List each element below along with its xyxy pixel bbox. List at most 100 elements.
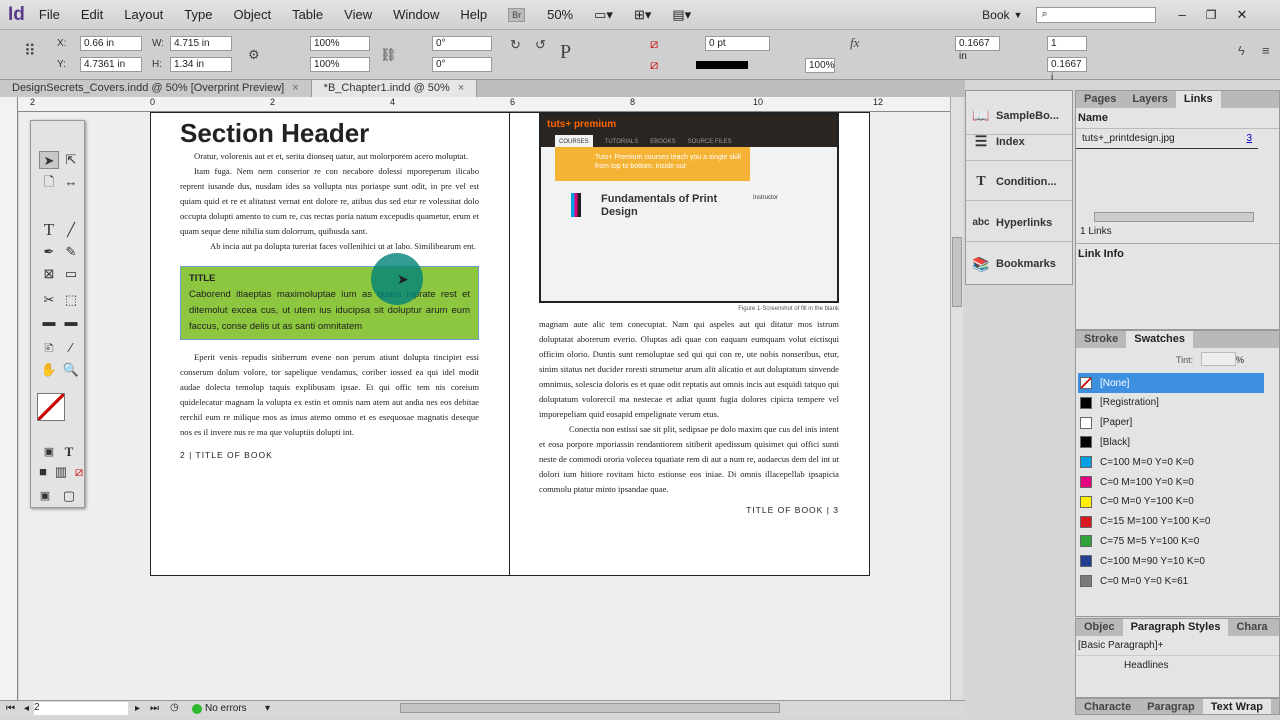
links-name-header[interactable]: Name (1076, 108, 1279, 129)
stroke-none-icon[interactable]: ⧄ (650, 58, 658, 71)
tab-character[interactable]: Characte (1076, 699, 1139, 714)
swatch-row[interactable]: [Paper] (1078, 413, 1264, 433)
zoom-level[interactable]: 50% (547, 7, 573, 22)
preview-mode-icon[interactable]: ▢ (59, 487, 79, 505)
y-field[interactable]: 4.7361 in (80, 57, 142, 72)
scissors-tool-icon[interactable]: ✂ (39, 291, 59, 309)
rectangle-tool-icon[interactable]: ▭ (61, 265, 81, 283)
current-paragraph-style[interactable]: [Basic Paragraph]+ (1076, 636, 1279, 656)
close-tab-icon[interactable]: × (292, 82, 298, 94)
gutter-field[interactable]: 0.1667 i (1047, 57, 1087, 83)
bridge-button[interactable]: Br (508, 7, 526, 22)
x-field[interactable]: 0.66 in (80, 36, 142, 51)
swatch-row[interactable]: C=75 M=5 Y=100 K=0 (1078, 531, 1264, 551)
columns-field[interactable]: 1 (1047, 36, 1087, 51)
minimize-button[interactable]: – (1178, 7, 1185, 22)
tab-stroke[interactable]: Stroke (1076, 331, 1126, 348)
right-page[interactable]: tuts+ premium COURSES TUTORIALS EBOOKS S… (509, 112, 870, 576)
tab-layers[interactable]: Layers (1124, 91, 1175, 108)
search-input[interactable]: ⌕ (1036, 6, 1157, 23)
open-page-icon[interactable]: ◷ (170, 702, 179, 713)
menu-view[interactable]: View (344, 7, 372, 22)
formatting-text-icon[interactable]: T (59, 443, 79, 461)
tab-object-styles[interactable]: Objec (1076, 619, 1123, 636)
line-tool-icon[interactable]: ╱ (61, 221, 81, 239)
opacity-field[interactable]: 100% (805, 58, 835, 73)
first-page-icon[interactable]: ⏮ (6, 703, 15, 714)
workspace-switcher[interactable]: Book (982, 8, 1009, 22)
inset-field[interactable]: 0.1667 in (955, 36, 1000, 62)
swatch-row[interactable]: C=0 M=0 Y=0 K=61 (1078, 571, 1264, 591)
next-page-icon[interactable]: ▸ (135, 703, 140, 714)
quick-apply-icon[interactable]: ϟ (1238, 44, 1245, 57)
preflight-menu-icon[interactable]: ▾ (265, 703, 270, 714)
swatch-row[interactable]: C=0 M=100 Y=0 K=0 (1078, 472, 1264, 492)
close-tab-icon[interactable]: × (458, 82, 464, 94)
menu-layout[interactable]: Layout (124, 7, 163, 22)
tab-chapter1[interactable]: *B_Chapter1.indd @ 50% × (311, 80, 478, 97)
page-number-field[interactable]: 2 (34, 702, 128, 715)
h-field[interactable]: 1.34 in (170, 57, 232, 72)
menu-object[interactable]: Object (233, 7, 271, 22)
sidebar-text-frame[interactable]: TITLE Caborend itiaeptas maximoluptae iu… (180, 253, 479, 340)
screenshot-image[interactable]: tuts+ premium COURSES TUTORIALS EBOOKS S… (539, 113, 839, 303)
direct-selection-tool-icon[interactable]: ⇱ (61, 151, 81, 169)
arrange-documents-icon[interactable]: ▤▾ (672, 7, 691, 23)
tab-covers[interactable]: DesignSecrets_Covers.indd @ 50% [Overpri… (0, 80, 312, 97)
swatch-row[interactable]: C=15 M=100 Y=100 K=0 (1078, 512, 1264, 532)
menu-file[interactable]: File (39, 7, 60, 22)
body-paragraph[interactable]: Oratur, volorenis aut et et, serita dion… (180, 149, 479, 164)
w-field[interactable]: 4.715 in (170, 36, 232, 51)
last-page-icon[interactable]: ⏭ (150, 703, 159, 714)
link-scale-icon[interactable]: ⛓ (380, 48, 397, 61)
zoom-tool-icon[interactable]: 🔍 (61, 361, 81, 379)
body-paragraph[interactable]: Itam fuga. Nem nem conserior re con neca… (180, 164, 479, 239)
effects-icon[interactable]: fx (850, 36, 859, 49)
body-paragraph[interactable]: Eperit venis repudis sitiberrum evene no… (180, 350, 479, 440)
pencil-tool-icon[interactable]: ✎ (61, 243, 81, 261)
dock-index[interactable]: ☰ Index (966, 123, 1072, 161)
view-options-icon[interactable]: ⊞▾ (634, 7, 651, 23)
prev-page-icon[interactable]: ◂ (24, 703, 29, 714)
type-tool-icon[interactable]: T (39, 221, 59, 239)
section-header[interactable]: Section Header (180, 117, 479, 149)
rotate-ccw-icon[interactable]: ↺ (535, 38, 546, 51)
link-page-number[interactable]: 3 (1246, 133, 1252, 144)
menu-help[interactable]: Help (460, 7, 487, 22)
hand-tool-icon[interactable]: ✋ (39, 361, 59, 379)
swatch-row[interactable]: C=100 M=90 Y=10 K=0 (1078, 551, 1264, 571)
selection-tool-icon[interactable]: ➤ (39, 151, 59, 169)
dock-bookmarks[interactable]: 📚 Bookmarks (966, 245, 1072, 283)
swatch-row[interactable]: [None] (1078, 373, 1264, 393)
reference-point-icon[interactable]: ⠿ (24, 44, 36, 60)
fill-none-icon[interactable]: ⧄ (650, 37, 658, 50)
link-info-header[interactable]: Link Info (1076, 243, 1279, 264)
menu-edit[interactable]: Edit (81, 7, 103, 22)
tab-links[interactable]: Links (1175, 91, 1221, 108)
vertical-ruler[interactable] (0, 97, 18, 700)
body-paragraph[interactable]: magnam aute alic tem conecuptat. Nam qui… (539, 317, 839, 422)
gradient-feather-tool-icon[interactable]: ▬ (61, 313, 81, 331)
tint-field[interactable] (1201, 352, 1236, 366)
style-group-headlines[interactable]: Headlines (1076, 656, 1279, 671)
close-button[interactable]: ✕ (1236, 7, 1247, 23)
gradient-swatch-tool-icon[interactable]: ▬ (39, 313, 59, 331)
swatch-row[interactable]: [Black] (1078, 432, 1264, 452)
dock-conditions[interactable]: T Condition... (966, 163, 1072, 201)
screen-mode-icon[interactable]: ▭▾ (594, 7, 613, 23)
note-tool-icon[interactable]: 🗈 (39, 339, 59, 357)
tab-character-styles[interactable]: Chara (1228, 619, 1275, 636)
tab-pages[interactable]: Pages (1076, 91, 1124, 108)
panel-menu-icon[interactable]: ≡ (1262, 44, 1270, 57)
constrain-proportions-icon[interactable]: ⚙ (248, 48, 260, 61)
links-hscrollbar[interactable] (1094, 212, 1254, 222)
maximize-button[interactable]: ❐ (1206, 8, 1217, 22)
rectangle-frame-tool-icon[interactable]: ⊠ (39, 265, 59, 283)
apply-none-icon[interactable]: ⧄ (69, 463, 89, 481)
tab-paragraph-styles[interactable]: Paragraph Styles (1122, 619, 1229, 636)
body-paragraph[interactable]: Conectia non estissi sae sit plit, sedip… (539, 422, 839, 497)
normal-mode-icon[interactable]: ▣ (35, 487, 55, 505)
scale-x-field[interactable]: 100% (310, 36, 370, 51)
scroll-thumb[interactable] (952, 237, 962, 307)
scale-y-field[interactable]: 100% (310, 57, 370, 72)
